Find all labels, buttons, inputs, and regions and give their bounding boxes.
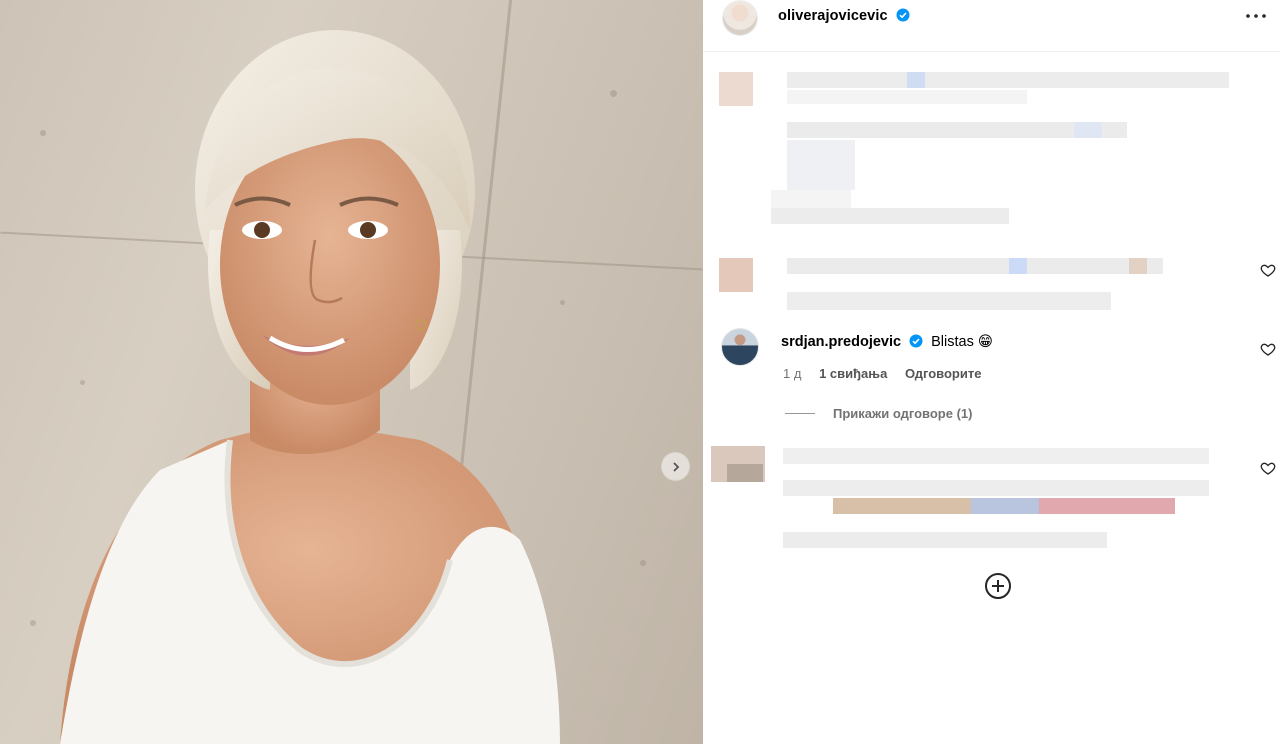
comment-emoji: 😁 [977, 334, 994, 350]
blurred-comment [719, 240, 1179, 312]
view-replies-button[interactable]: Прикажи одговоре (1) [785, 406, 972, 421]
comment-likes[interactable]: 1 свиђања [819, 366, 887, 381]
comment-body: srdjan.predojevic Blistas 😁 [781, 334, 993, 350]
post-header: oliverajovicevic [703, 0, 1280, 52]
blurred-caption [719, 70, 1229, 230]
like-comment-button[interactable] [1260, 460, 1276, 476]
heart-icon [1260, 462, 1276, 475]
owner-username[interactable]: oliverajovicevic [778, 8, 910, 24]
comments-panel: oliverajovicevic srdjan.predojevic Blist… [703, 0, 1280, 744]
comment-meta: 1 д 1 свиђања Одговорите [783, 366, 995, 381]
like-comment-button[interactable] [1260, 262, 1276, 278]
commenter-avatar[interactable] [721, 328, 759, 366]
like-comment-button[interactable] [1260, 341, 1276, 357]
verified-badge-icon [909, 334, 923, 348]
view-replies-label[interactable]: Прикажи одговоре (1) [833, 406, 972, 421]
post-modal: oliverajovicevic srdjan.predojevic Blist… [0, 0, 1280, 744]
commenter-username[interactable]: srdjan.predojevic [781, 334, 901, 350]
more-options-button[interactable] [1244, 6, 1268, 26]
next-photo-button[interactable] [661, 452, 690, 481]
chevron-right-icon [672, 461, 679, 472]
post-photo [0, 0, 703, 744]
blurred-comment [711, 446, 1211, 550]
reply-button[interactable]: Одговорите [905, 366, 982, 381]
more-horizontal-icon [1246, 14, 1266, 18]
verified-badge-icon [896, 8, 910, 22]
owner-avatar[interactable] [722, 0, 758, 36]
comment-time[interactable]: 1 д [783, 366, 801, 381]
plus-circle-icon [985, 573, 1011, 599]
comment-text: Blistas [931, 334, 974, 350]
heart-icon [1260, 264, 1276, 277]
replies-divider [785, 413, 815, 414]
portrait-illustration [60, 30, 560, 744]
heart-icon [1260, 343, 1276, 356]
load-more-comments-button[interactable] [983, 571, 1013, 601]
